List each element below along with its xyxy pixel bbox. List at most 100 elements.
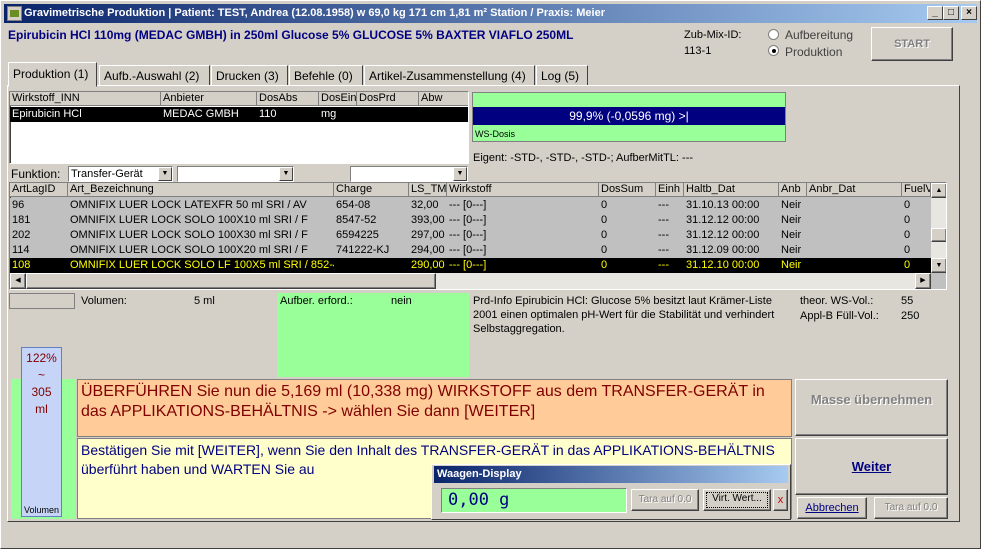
maximize-button[interactable]: □ [943,6,959,20]
funktion-select-2[interactable]: ▼ [177,166,294,182]
article-table[interactable]: ArtLagID Art_Bezeichnung Charge LS_TM Wi… [9,182,947,290]
column-header[interactable]: ArtLagID [10,183,68,197]
column-header[interactable]: Haltb_Dat [684,183,779,197]
funktion-select[interactable]: Transfer-Gerät ▼ [68,166,173,182]
table-cell: OMNIFIX LUER LOCK SOLO 100X20 ml SRI / F [70,244,308,256]
column-header[interactable]: Anb [779,183,807,197]
minimize-button[interactable]: _ [927,6,943,20]
funktion-select-value: Transfer-Gerät [71,168,143,180]
column-header[interactable]: DosAbs [257,92,319,106]
column-header[interactable]: FuelV [902,183,931,197]
table-cell: OMNIFIX LUER LOCK LATEXFR 50 ml SRI / AV [70,199,307,211]
radio-produktion-label[interactable]: Produktion [785,45,842,59]
table-cell: Neir [781,199,802,211]
appl-b-fuell-vol-label: Appl-B Füll-Vol.: [800,310,879,322]
table-cell: mg [321,108,337,120]
column-header[interactable]: Einh [656,183,684,197]
scroll-right-icon[interactable]: ▶ [915,273,931,289]
table-cell [807,198,902,213]
table-row[interactable]: 181 OMNIFIX LUER LOCK SOLO 100X10 ml SRI … [10,213,931,228]
chevron-down-icon[interactable]: ▼ [279,167,293,181]
volumen-label: Volumen: [81,295,127,307]
column-header[interactable]: DosEin [319,92,357,106]
masse-uebernehmen-button[interactable]: Masse übernehmen [795,379,948,436]
start-button[interactable]: START [871,27,953,61]
radio-aufbereitung-label[interactable]: Aufbereitung [785,28,853,42]
gauge-tilde: ~ [37,368,45,382]
table-row[interactable]: Epirubicin HCl MEDAC GMBH 110 mg [10,107,468,122]
radio-aufbereitung[interactable] [768,29,779,40]
chevron-down-icon[interactable]: ▼ [158,167,172,181]
vertical-scrollbar[interactable]: ▲ ▼ [931,183,946,273]
table-cell: Neir [781,229,802,241]
aufber-label: Aufber. erford.: [280,295,353,307]
column-header[interactable]: Art_Bezeichnung [68,183,334,197]
table-row[interactable]: 96 OMNIFIX LUER LOCK LATEXFR 50 ml SRI / … [10,198,931,213]
table-cell [807,258,902,273]
table-cell: 290,00 [411,259,445,271]
table-cell: 297,00 [411,229,445,241]
table-cell: 0 [601,199,608,211]
column-header[interactable]: LS_TM [409,183,447,197]
ws-dosis-value: 99,9% (-0,0596 mg) >| [473,107,785,125]
instruction-main: ÜBERFÜHREN Sie nun die 5,169 ml (10,338 … [77,379,792,437]
table-cell: 31.10.13 00:00 [686,199,760,211]
column-header[interactable]: Abw [419,92,468,106]
weiter-button[interactable]: Weiter [795,438,948,495]
column-header[interactable]: DosSum [599,183,656,197]
tab-log[interactable]: Log (5) [536,65,588,86]
table-cell: 96 [12,199,25,211]
tara-button[interactable]: Tara auf 0.0 [874,497,948,519]
ws-dosis-caption: WS-Dosis [475,129,515,139]
table-row[interactable]: 114 OMNIFIX LUER LOCK SOLO 100X20 ml SRI … [10,243,931,258]
abbrechen-button[interactable]: Abbrechen [797,497,867,519]
aufber-panel: Aufber. erford.: nein [277,293,469,377]
close-button[interactable]: × [961,6,977,20]
column-header[interactable]: Anbr_Dat [807,183,902,197]
tab-aufb-auswahl[interactable]: Aufb.-Auswahl (2) [99,65,210,86]
horizontal-scrollbar[interactable]: ◀ ▶ [10,273,931,289]
column-header[interactable]: Wirkstoff [447,183,599,197]
table-cell: 0 [601,214,608,226]
scroll-left-icon[interactable]: ◀ [10,273,26,289]
virt-wert-button[interactable]: Virt. Wert... [703,489,771,511]
table-row[interactable]: 202 OMNIFIX LUER LOCK SOLO 100X30 ml SRI … [10,228,931,243]
waagen-display-title[interactable]: Waagen-Display [434,466,788,483]
table-cell: 741222-KJ [336,244,390,256]
tab-drucken[interactable]: Drucken (3) [211,65,288,86]
waage-close-button[interactable]: x [773,489,788,511]
chevron-down-icon[interactable]: ▼ [453,167,467,181]
appl-b-fuell-vol-value: 250 [901,310,920,322]
table-cell [419,107,468,122]
gauge-caption: Volumen [23,505,60,515]
product-title: Epirubicin HCl 110mg (MEDAC GMBH) in 250… [8,28,574,42]
table-cell: 0 [904,259,911,271]
title-bar[interactable]: Gravimetrische Produktion | Patient: TES… [4,4,977,23]
table-row[interactable]: 108 OMNIFIX LUER LOCK SOLO LF 100X5 ml SR… [10,258,931,273]
column-header[interactable]: Charge [334,183,409,197]
tab-artikel-zusammenstellung[interactable]: Artikel-Zusammenstellung (4) [364,65,535,86]
table-cell: 32,00 [411,199,439,211]
volume-gauge: 122% ~ 305 ml Volumen [21,347,62,517]
waagen-display-window: Waagen-Display 0,00 g Tara auf 0.0 Virt.… [431,464,791,520]
table-cell: 8547-52 [336,214,377,226]
column-header[interactable]: DosPrd [357,92,419,106]
tab-produktion[interactable]: Produktion (1) [8,62,97,87]
column-header[interactable]: Wirkstoff_INN [10,92,161,106]
table-cell: --- [658,259,669,271]
scroll-thumb[interactable] [931,228,946,242]
table-cell: 393,00 [411,214,445,226]
table-cell: 110 [259,108,277,120]
funktion-select-3[interactable]: ▼ [350,166,468,182]
scroll-up-icon[interactable]: ▲ [931,183,946,198]
scroll-thumb-horizontal[interactable] [26,273,436,289]
table-cell: 108 [12,259,31,271]
waage-tara-button[interactable]: Tara auf 0.0 [631,489,699,511]
scroll-down-icon[interactable]: ▼ [931,258,946,273]
table-cell: --- [0---] [449,229,487,241]
zubmix-value: 113-1 [684,45,712,57]
column-header[interactable]: Anbieter [161,92,257,106]
wirkstoff-table[interactable]: Wirkstoff_INN Anbieter DosAbs DosEin Dos… [9,91,469,164]
radio-produktion[interactable] [768,45,779,56]
tab-befehle[interactable]: Befehle (0) [289,65,363,86]
